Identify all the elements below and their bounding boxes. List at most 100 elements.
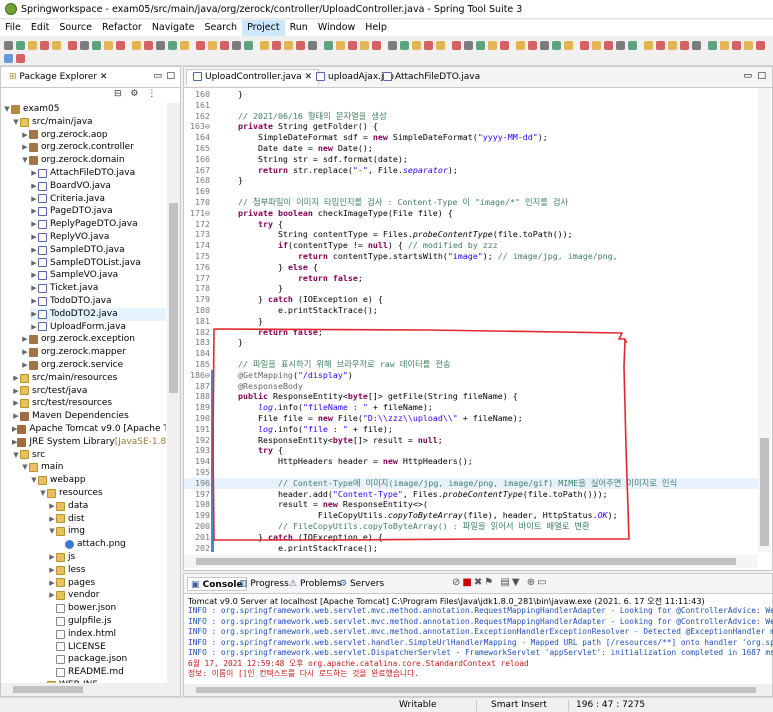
toolbar-tool-icon[interactable]	[564, 41, 573, 50]
toolbar-tool-icon[interactable]	[720, 41, 729, 50]
toolbar-tool-icon[interactable]	[16, 41, 25, 50]
console-tab[interactable]: ⚙ Servers	[336, 577, 387, 591]
menu-run[interactable]: Run	[285, 20, 313, 36]
explorer-vscroll-thumb[interactable]	[169, 203, 178, 393]
tree-item[interactable]: ▼ src	[12, 449, 166, 462]
tree-item[interactable]: LICENSE	[48, 641, 166, 654]
toolbar-tool-icon[interactable]	[180, 41, 189, 50]
tree-item[interactable]: ▶ less	[48, 564, 166, 577]
toolbar-tool-icon[interactable]	[592, 41, 601, 50]
tree-item[interactable]: ▶ SampleDTOList.java	[30, 257, 166, 270]
tree-item[interactable]: ▶ src/main/resources	[12, 372, 166, 385]
tree-item[interactable]: ▶ ReplyVO.java	[30, 231, 166, 244]
console-output[interactable]: INFO : org.springframework.web.servlet.m…	[184, 606, 773, 686]
expand-toggle-icon[interactable]: ▶	[48, 513, 56, 526]
tree-item[interactable]: ▼ src/main/java	[12, 116, 166, 129]
toolbar-tool-icon[interactable]	[580, 41, 589, 50]
expand-toggle-icon[interactable]: ▶	[30, 193, 38, 206]
toolbar-tool-icon[interactable]	[436, 41, 445, 50]
tree-item[interactable]: ▶ js	[48, 551, 166, 564]
toolbar-tool-icon[interactable]	[68, 41, 77, 50]
expand-toggle-icon[interactable]: ▶	[30, 321, 38, 334]
explorer-vscrollbar[interactable]	[167, 103, 180, 683]
toolbar-tool-icon[interactable]	[208, 41, 217, 50]
tree-item[interactable]: ▶ src/test/resources	[12, 397, 166, 410]
toolbar-tool-icon[interactable]	[644, 41, 653, 50]
expand-toggle-icon[interactable]: ▼	[21, 154, 29, 167]
expand-toggle-icon[interactable]: ▶	[21, 129, 29, 142]
tree-item[interactable]: ▶ ReplyPageDTO.java	[30, 218, 166, 231]
menu-project[interactable]: Project	[242, 20, 285, 36]
toolbar-tool-icon[interactable]	[452, 41, 461, 50]
toolbar-tool-icon[interactable]	[708, 41, 717, 50]
toolbar-tool-icon[interactable]	[488, 41, 497, 50]
toolbar-tool-icon[interactable]	[4, 41, 13, 50]
toolbar-tool-icon[interactable]	[40, 41, 49, 50]
expand-toggle-icon[interactable]: ▶	[30, 308, 38, 321]
tree-item[interactable]: ▶ Ticket.java	[30, 282, 166, 295]
toolbar-tool-icon[interactable]	[616, 41, 625, 50]
tree-item[interactable]: bower.json	[48, 602, 166, 615]
menu-source[interactable]: Source	[54, 20, 97, 36]
console-tab[interactable]: ▥ Progress	[236, 577, 292, 591]
expand-toggle-icon[interactable]: ▶	[30, 167, 38, 180]
package-explorer-tab[interactable]: ⊞ Package Explorer ✕	[5, 70, 111, 85]
toolbar-tool-icon[interactable]	[132, 41, 141, 50]
menu-refactor[interactable]: Refactor	[97, 20, 147, 36]
toolbar-tool-icon[interactable]	[4, 54, 13, 63]
expand-toggle-icon[interactable]: ▶	[30, 180, 38, 193]
tree-item[interactable]: gulpfile.js	[48, 615, 166, 628]
toolbar-tool-icon[interactable]	[168, 41, 177, 50]
expand-toggle-icon[interactable]: ▼	[12, 449, 20, 462]
expand-toggle-icon[interactable]: ▶	[30, 205, 38, 218]
toolbar-tool-icon[interactable]	[540, 41, 549, 50]
toolbar-tool-icon[interactable]	[16, 54, 25, 63]
expand-toggle-icon[interactable]: ▶	[30, 269, 38, 282]
toolbar-tool-icon[interactable]	[680, 41, 689, 50]
console-minimize-icon[interactable]: ▭	[537, 577, 548, 588]
toolbar-tool-icon[interactable]	[28, 41, 37, 50]
tree-item[interactable]: ▶ org.zerock.aop	[21, 129, 166, 142]
expand-toggle-icon[interactable]: ▶	[30, 282, 38, 295]
terminate-icon[interactable]: ■	[462, 577, 473, 588]
tree-item[interactable]: ▶ PageDTO.java	[30, 205, 166, 218]
tree-item[interactable]: ▶ org.zerock.service	[21, 359, 166, 372]
expand-toggle-icon[interactable]: ▶	[48, 589, 56, 602]
remove-launch-icon[interactable]: ⊘	[452, 577, 462, 588]
expand-toggle-icon[interactable]: ▶	[30, 295, 38, 308]
toolbar-tool-icon[interactable]	[116, 41, 125, 50]
expand-toggle-icon[interactable]: ▶	[30, 231, 38, 244]
tree-item[interactable]: ▶ org.zerock.mapper	[21, 346, 166, 359]
toolbar-tool-icon[interactable]	[324, 41, 333, 50]
toolbar-tool-icon[interactable]	[80, 41, 89, 50]
open-console-icon[interactable]: ⊕	[527, 577, 537, 588]
expand-toggle-icon[interactable]: ▶	[21, 333, 29, 346]
toolbar-tool-icon[interactable]	[360, 41, 369, 50]
toolbar-tool-icon[interactable]	[744, 41, 753, 50]
toolbar-tool-icon[interactable]	[196, 41, 205, 50]
tree-item[interactable]: ▶ UploadForm.java	[30, 321, 166, 334]
toolbar-tool-icon[interactable]	[424, 41, 433, 50]
minimize-icon[interactable]: ▭	[153, 71, 162, 81]
tree-item[interactable]: ▶ Criteria.java	[30, 193, 166, 206]
expand-toggle-icon[interactable]: ▶	[48, 577, 56, 590]
scroll-lock-icon[interactable]: ⚑	[484, 577, 495, 588]
menu-help[interactable]: Help	[360, 20, 392, 36]
tree-item[interactable]: ▶ org.zerock.controller	[21, 141, 166, 154]
toolbar-tool-icon[interactable]	[476, 41, 485, 50]
expand-toggle-icon[interactable]: ▼	[30, 474, 38, 487]
toolbar-tool-icon[interactable]	[232, 41, 241, 50]
toolbar-tool-icon[interactable]	[464, 41, 473, 50]
expand-toggle-icon[interactable]: ▶	[30, 218, 38, 231]
expand-toggle-icon[interactable]: ▼	[39, 487, 47, 500]
explorer-hscroll-thumb[interactable]	[13, 686, 83, 693]
toolbar-tool-icon[interactable]	[144, 41, 153, 50]
expand-toggle-icon[interactable]: ▼	[21, 461, 29, 474]
expand-toggle-icon[interactable]: ▶	[30, 244, 38, 257]
toolbar-tool-icon[interactable]	[668, 41, 677, 50]
tree-item[interactable]: ▼ webapp	[30, 474, 166, 487]
tree-item[interactable]: ▶ AttachFileDTO.java	[30, 167, 166, 180]
console-hscroll-thumb[interactable]	[196, 687, 756, 693]
expand-toggle-icon[interactable]: ▶	[12, 372, 20, 385]
tree-item[interactable]: ▶ dist	[48, 513, 166, 526]
